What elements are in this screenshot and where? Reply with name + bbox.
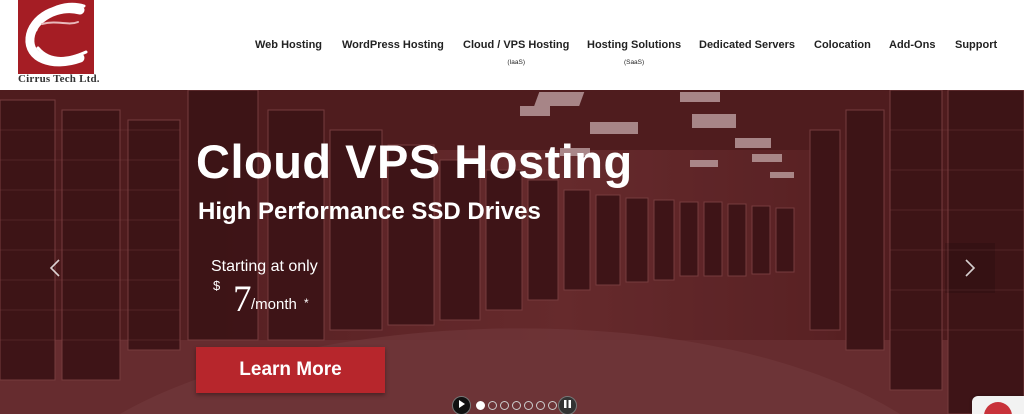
nav-wordpress-hosting[interactable]: WordPress Hosting [342,39,444,51]
nav-label: Dedicated Servers [699,39,795,51]
hero-title: Cloud VPS Hosting [196,135,633,188]
nav-dedicated-servers[interactable]: Dedicated Servers [699,39,795,51]
chevron-right-icon [965,259,976,277]
nav-hosting-solutions[interactable]: Hosting Solutions (SaaS) [587,39,681,66]
slide-dot[interactable] [536,401,545,410]
main-nav: Web Hosting WordPress Hosting Cloud / VP… [0,39,1024,79]
recaptcha-icon [984,402,1012,414]
price-currency: $ [213,278,221,293]
nav-sublabel: (IaaS) [507,59,526,66]
nav-sublabel: (SaaS) [623,59,645,66]
slide-dot[interactable] [476,401,485,410]
prev-slide-button[interactable] [30,243,80,293]
price-amount: 7 [233,279,252,320]
nav-label: Support [955,39,998,51]
slide-dot[interactable] [524,401,533,410]
price-asterisk: * [304,296,309,310]
nav-support[interactable]: Support [955,39,997,51]
play-button[interactable] [452,396,471,414]
nav-label: Add-Ons [889,39,936,51]
slider-bullets [452,396,577,414]
slide-dot[interactable] [500,401,509,410]
slide-dot[interactable] [548,401,557,410]
nav-label: Hosting Solutions [587,39,682,51]
nav-label: WordPress Hosting [342,39,444,51]
chevron-left-icon [49,259,60,277]
nav-label: Cloud / VPS Hosting [463,39,570,51]
nav-colocation[interactable]: Colocation [814,39,871,51]
nav-web-hosting[interactable]: Web Hosting [255,39,322,51]
next-slide-button[interactable] [945,243,995,293]
hero-subtitle: High Performance SSD Drives [198,198,541,225]
pause-button[interactable] [558,396,577,414]
slide-dot[interactable] [488,401,497,410]
starting-text: Starting at only [211,258,318,275]
nav-add-ons[interactable]: Add-Ons [889,39,935,51]
recaptcha-badge[interactable] [972,396,1024,414]
play-icon [459,400,465,408]
nav-label: Colocation [814,39,871,51]
site-header: Cirrus Tech Ltd. Web Hosting WordPress H… [0,0,1024,90]
nav-cloud-vps-hosting[interactable]: Cloud / VPS Hosting (IaaS) [463,39,569,66]
nav-label: Web Hosting [255,39,323,51]
hero-slider: Cloud VPS Hosting High Performance SSD D… [0,90,1024,414]
price-period: /month [251,296,297,313]
pause-icon [564,400,571,408]
learn-more-button[interactable]: Learn More [196,347,385,393]
slide-dot[interactable] [512,401,521,410]
